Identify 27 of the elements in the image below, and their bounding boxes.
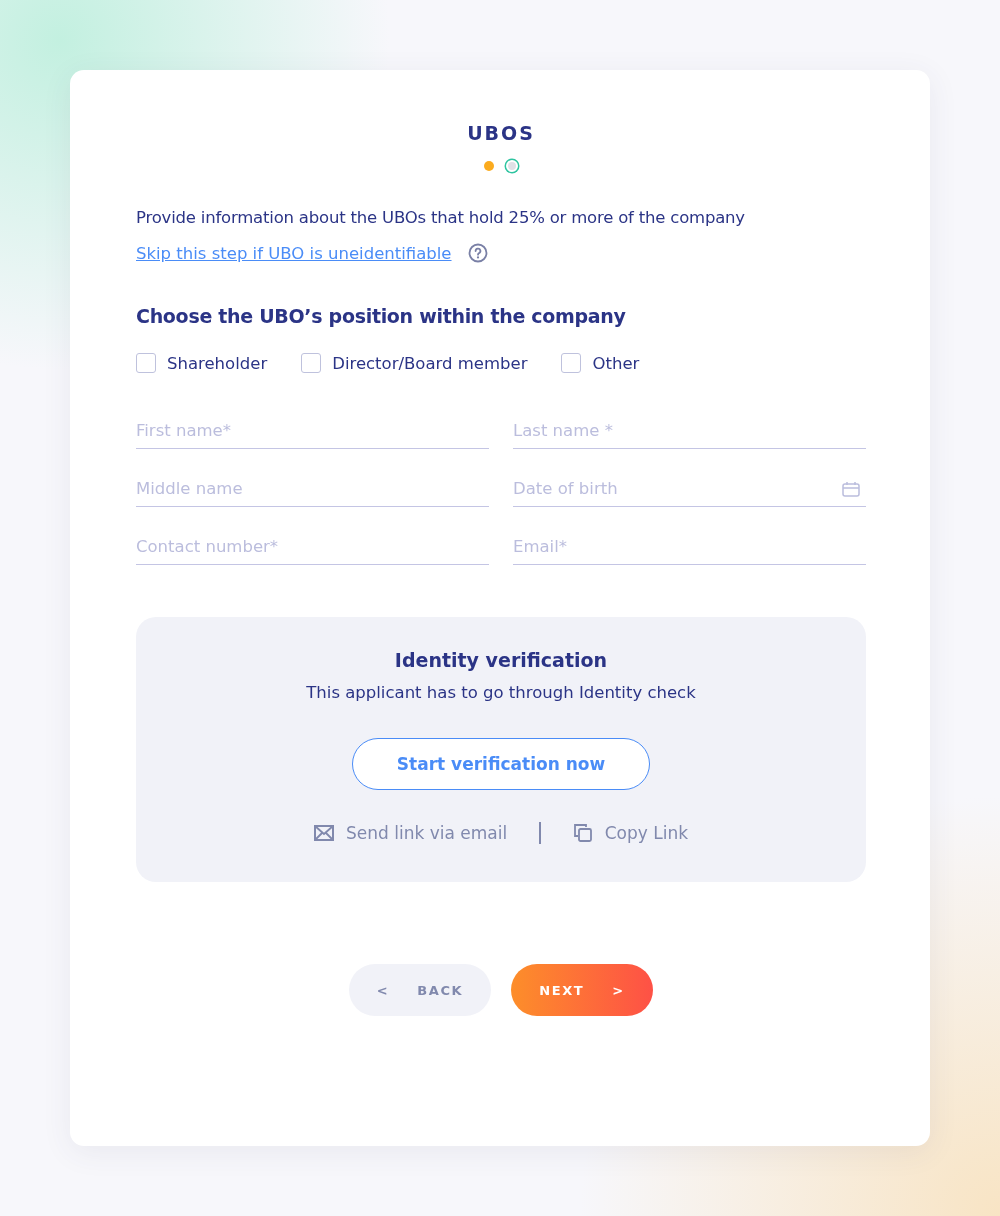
date-field[interactable]: Date of birth (513, 471, 866, 507)
calendar-icon[interactable] (842, 481, 860, 497)
intro-text: Provide information about the UBOs that hold 25% or more of the company (136, 208, 746, 227)
panel-title: Identity verification (394, 649, 608, 671)
copy-icon (572, 823, 593, 843)
checkbox-option[interactable]: Director/Board member (301, 353, 528, 373)
send-link[interactable]: Send link via email (314, 823, 508, 843)
text-field[interactable]: Email* (513, 529, 866, 565)
checkbox[interactable] (561, 353, 582, 373)
checkbox-option[interactable]: Other (561, 353, 640, 373)
panel-text: This applicant has to go through Identity check (306, 683, 696, 702)
checkbox[interactable] (301, 353, 322, 373)
mail-icon (314, 825, 334, 841)
start-verification-button[interactable]: Start verification now (352, 738, 650, 790)
text-field[interactable]: First name* (136, 413, 489, 449)
checkbox-option[interactable]: Shareholder (136, 353, 268, 373)
copy-link[interactable]: Copy Link (572, 823, 688, 843)
page-title: UBOS (466, 122, 536, 144)
help-icon[interactable] (467, 243, 488, 263)
back-button[interactable]: < BACK (349, 964, 491, 1016)
text-field[interactable]: Last name * (513, 413, 866, 449)
text-field[interactable]: Middle name (136, 471, 489, 507)
skip-link[interactable]: Skip this step if UBO is uneidentifiable (136, 243, 452, 263)
next-button[interactable]: NEXT > (511, 964, 653, 1016)
section-heading: Choose the UBO’s position within the company (136, 305, 627, 327)
text-field[interactable]: Contact number* (136, 529, 489, 565)
checkbox[interactable] (136, 353, 156, 373)
